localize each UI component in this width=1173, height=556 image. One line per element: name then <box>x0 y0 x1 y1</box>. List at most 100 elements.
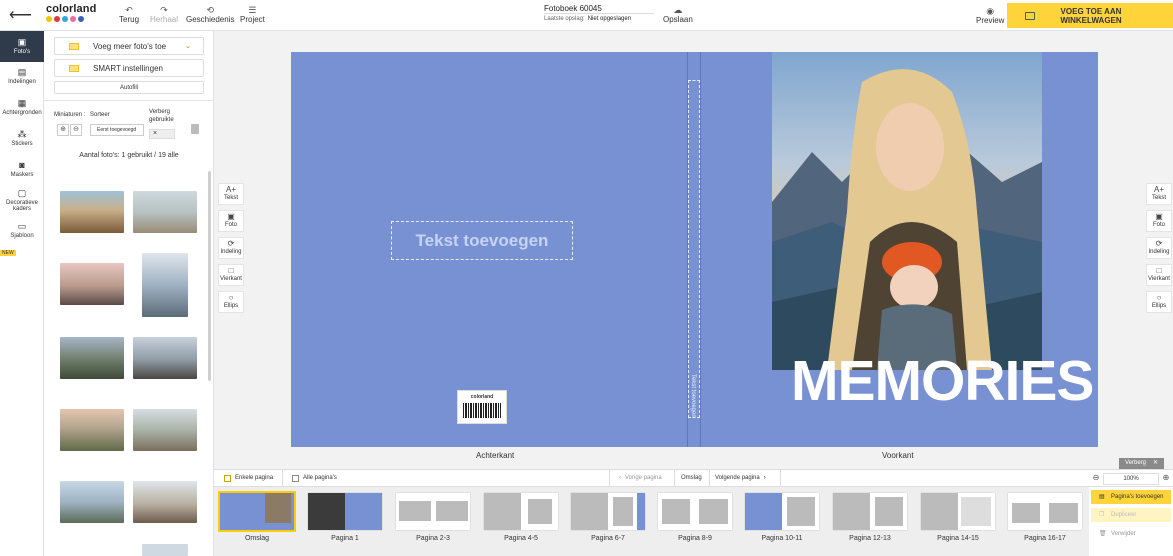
rail-item-stickers[interactable]: ⁂ Stickers <box>0 129 44 147</box>
redo-button[interactable]: ↷ Herhaal <box>150 5 178 24</box>
zoom-out-icon[interactable]: ⊖ <box>1091 473 1101 483</box>
page-thumb-left <box>308 493 345 530</box>
add-photo-icon <box>69 42 79 50</box>
ellipse-tool[interactable]: ○ Ellips <box>1146 291 1172 313</box>
zoom-in-icon[interactable]: ⊕ <box>57 124 69 136</box>
document-title[interactable]: Fotoboek 60045 <box>544 4 602 13</box>
new-badge: NEW <box>0 250 16 256</box>
history-button[interactable]: ⟲ Geschiedenis <box>186 5 234 24</box>
preview-button[interactable]: ◉ Preview <box>976 6 1004 25</box>
square-tool[interactable]: □ Vierkant <box>218 264 244 286</box>
photo-thumbnail[interactable] <box>60 263 124 305</box>
current-page: Omslag <box>681 470 702 487</box>
spine-text-box[interactable] <box>688 80 700 418</box>
photo-thumbnail[interactable] <box>60 409 124 451</box>
photo-thumbnail[interactable] <box>133 409 197 451</box>
tool-label: Foto <box>224 222 237 228</box>
autofill-button[interactable]: Autofill <box>54 81 204 94</box>
rail-item-template[interactable]: ▭ Sjabloon <box>0 221 44 239</box>
single-page-icon <box>224 475 231 482</box>
page-label: Pagina 16-17 <box>1024 535 1066 542</box>
add-photos-label: Voeg meer foto's toe <box>93 41 167 51</box>
rail-item-photos[interactable]: ▣ Foto's <box>0 31 44 62</box>
divider <box>282 470 283 487</box>
remove-button[interactable]: 🗑 Verwijder <box>1091 527 1171 541</box>
page-thumb-block <box>961 497 991 526</box>
photo-thumbnail[interactable] <box>133 191 197 233</box>
rail-item-frames[interactable]: ▢ Decoratieve kaders <box>0 188 44 212</box>
save-button[interactable]: ☁ Opslaan <box>663 5 693 24</box>
chevron-left-icon: ‹ <box>619 475 621 481</box>
add-pages-button[interactable]: ▤ Pagina's toevoegen <box>1091 490 1171 504</box>
add-photos-button[interactable]: Voeg meer foto's toe ⌄ <box>54 37 204 55</box>
cover-title[interactable]: MEMORIES <box>791 348 1094 414</box>
trash-icon[interactable] <box>191 124 199 134</box>
duplicate-button[interactable]: ❐ Dupliceer <box>1091 508 1171 522</box>
page-thumbnail[interactable] <box>484 493 558 530</box>
page-thumbnail[interactable] <box>308 493 382 530</box>
rail-item-layouts[interactable]: ▤ Indelingen <box>0 67 44 85</box>
layout-tool[interactable]: ⟳ Indeling <box>218 237 244 259</box>
photo-thumbnail[interactable] <box>60 337 124 379</box>
rail-item-masks[interactable]: ◙ Maskers <box>0 160 44 178</box>
rail-item-backgrounds[interactable]: ▦ Achtergronden <box>0 98 44 116</box>
sort-select[interactable]: Eerst toegevoegd <box>90 124 144 136</box>
add-text-tool[interactable]: A+ Tekst <box>218 183 244 205</box>
remove-label: Verwijder <box>1111 531 1136 537</box>
eye-icon: ◉ <box>986 6 995 16</box>
preview-label: Preview <box>976 16 1005 25</box>
square-icon: □ <box>1156 266 1162 275</box>
undo-button[interactable]: ↶ Terug <box>119 5 139 24</box>
single-page-toggle[interactable]: Enkele pagina <box>224 470 273 487</box>
photo-add-icon: ▣ <box>1155 212 1163 221</box>
add-text-tool[interactable]: A+ Tekst <box>1146 183 1172 205</box>
page-label: Pagina 2-3 <box>416 535 450 542</box>
page-thumb-block <box>787 497 815 526</box>
page-thumbnail[interactable] <box>921 493 995 530</box>
page-thumbnail[interactable] <box>745 493 819 530</box>
layout-tool[interactable]: ⟳ Indeling <box>1146 237 1172 259</box>
hide-panel-button[interactable]: Verberg ✕ <box>1119 458 1164 469</box>
tool-label: Ellips <box>1151 303 1167 309</box>
photo-thumbnail[interactable] <box>142 253 188 317</box>
square-tool[interactable]: □ Vierkant <box>1146 264 1172 286</box>
close-icon: ✕ <box>1152 460 1158 466</box>
prev-page-button[interactable]: ‹ Vorige pagina <box>619 470 662 487</box>
all-pages-toggle[interactable]: Alle pagina's <box>292 470 337 487</box>
page-thumbnail[interactable] <box>833 493 907 530</box>
add-to-cart-button[interactable]: VOEG TOE AAN WINKELWAGEN <box>1007 3 1173 28</box>
photo-thumbnail[interactable] <box>142 544 188 556</box>
ellipse-tool[interactable]: ○ Ellips <box>218 291 244 313</box>
photo-thumbnail[interactable] <box>60 191 124 233</box>
divider <box>44 100 214 101</box>
hide-used-toggle[interactable]: × <box>149 129 175 139</box>
back-arrow-icon[interactable]: ⟵ <box>9 5 32 25</box>
rail-label: Sjabloon <box>10 233 34 239</box>
next-page-button[interactable]: Volgende pagina › <box>715 470 766 487</box>
page-thumbnail[interactable] <box>1008 493 1082 530</box>
zoom-value[interactable]: 100% <box>1103 473 1159 485</box>
add-pages-label: Pagina's toevoegen <box>1111 494 1164 500</box>
cover-spread[interactable]: Tekst toevoegen Tekst toevoegen colorlan… <box>291 52 1098 447</box>
cover-photo[interactable] <box>772 52 1042 370</box>
page-strip: Omslag Pagina 1 Pagina 2-3 Pagina 4-5 Pa… <box>214 487 1089 556</box>
layout-refresh-icon: ⟳ <box>1155 239 1163 248</box>
sliders-icon: ☰ <box>248 5 257 15</box>
smart-settings-button[interactable]: SMART instellingen <box>54 59 204 77</box>
page-thumbnail[interactable] <box>571 493 645 530</box>
page-thumbnail[interactable] <box>396 493 470 530</box>
panel-scrollbar[interactable] <box>208 171 211 381</box>
logo-text: colorland <box>46 3 97 15</box>
zoom-out-icon[interactable]: ⊖ <box>70 124 82 136</box>
zoom-in-icon[interactable]: ⊕ <box>1161 473 1171 483</box>
photo-thumbnail[interactable] <box>133 481 197 523</box>
project-button[interactable]: ☰ Project <box>240 5 265 24</box>
page-thumb-block <box>875 497 903 526</box>
add-photo-tool[interactable]: ▣ Foto <box>218 210 244 232</box>
page-thumbnail[interactable] <box>218 491 296 532</box>
add-photo-tool[interactable]: ▣ Foto <box>1146 210 1172 232</box>
back-text-box[interactable]: Tekst toevoegen <box>391 221 573 260</box>
photo-thumbnail[interactable] <box>133 337 197 379</box>
page-thumbnail[interactable] <box>658 493 732 530</box>
photo-thumbnail[interactable] <box>60 481 124 523</box>
